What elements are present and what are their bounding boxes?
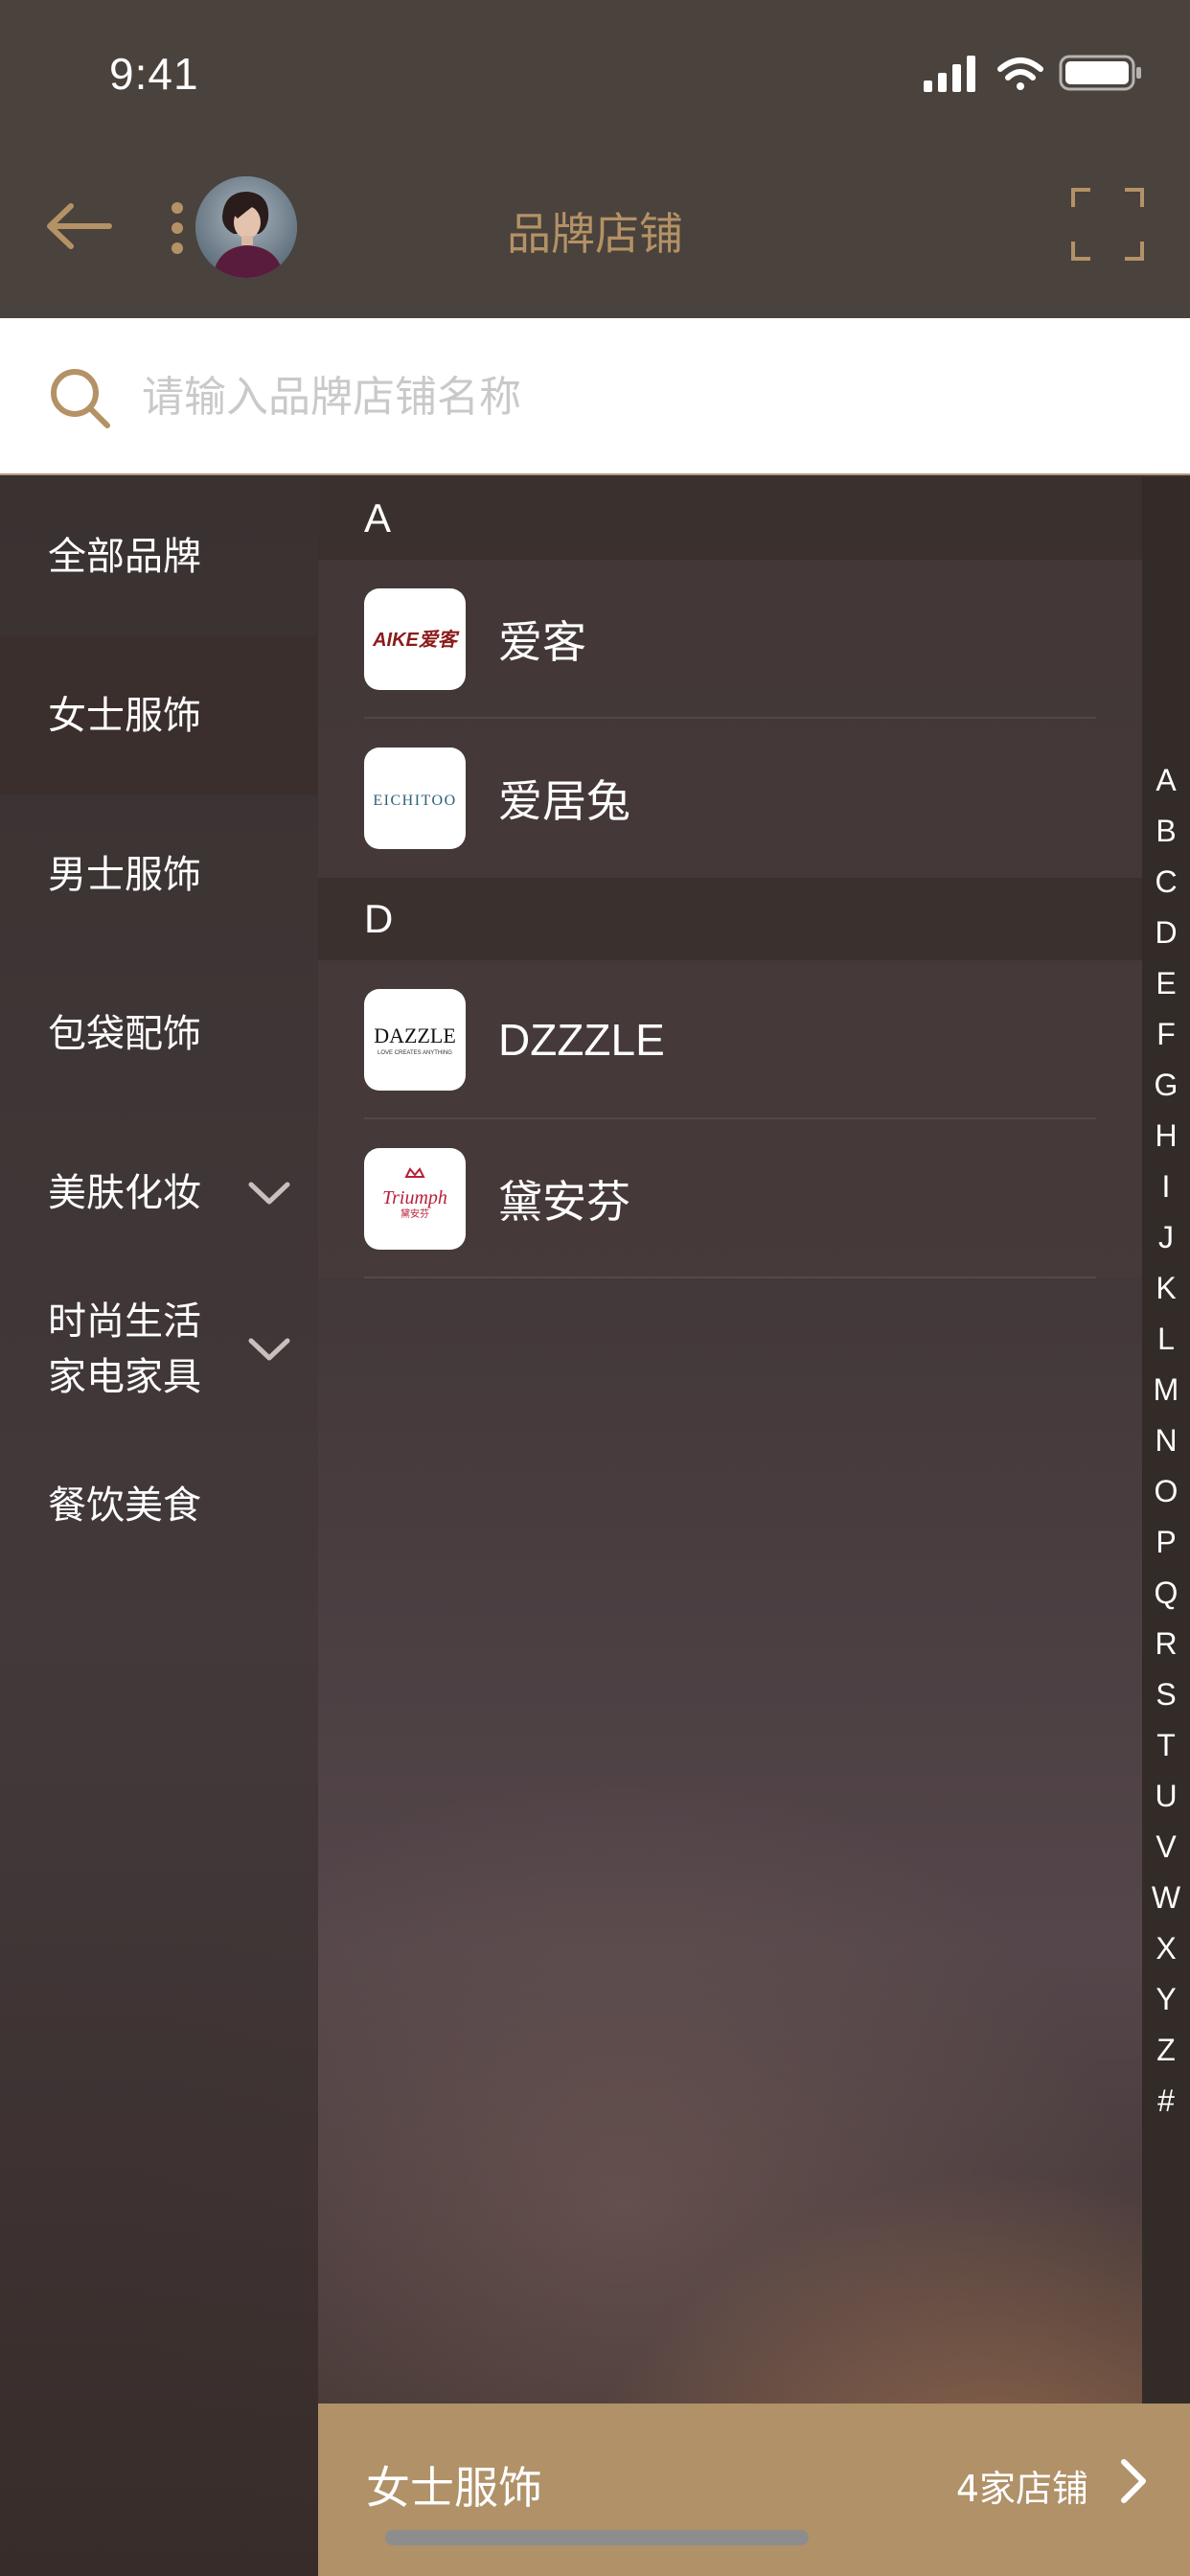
chevron-right-icon (1121, 2459, 1146, 2503)
index-letter[interactable]: V (1142, 1829, 1190, 1865)
brand-logo: EICHITOO (364, 748, 466, 849)
search-input[interactable] (142, 356, 1138, 437)
index-letter[interactable]: H (1142, 1118, 1190, 1154)
brand-logo: DAZZLE LOVE CREATES ANYTHING (364, 989, 466, 1091)
category-item-womens-apparel[interactable]: 女士服饰 (0, 636, 318, 795)
index-letter[interactable]: A (1142, 763, 1190, 798)
top-bar: 9:41 品牌店铺 (0, 0, 1190, 318)
category-item-all-brands[interactable]: 全部品牌 (0, 477, 318, 636)
category-item-food-dining[interactable]: 餐饮美食 (0, 1426, 318, 1585)
brand-logo-text: AIKE爱客 (372, 629, 460, 651)
brand-logo-text: Triumph (382, 1187, 447, 1208)
category-label: 时尚生活 家电家具 (48, 1300, 201, 1399)
scan-frame-icon[interactable] (1071, 188, 1144, 261)
index-letter[interactable]: Y (1142, 1982, 1190, 2017)
brand-logo-text: DAZZLE (374, 1024, 456, 1047)
brand-name: 爱居兔 (498, 775, 630, 827)
brand-row-aike[interactable]: AIKE爱客 爱客 (318, 560, 1142, 719)
page-title: 品牌店铺 (507, 208, 683, 260)
index-letter[interactable]: X (1142, 1931, 1190, 1966)
category-label: 女士服饰 (48, 694, 201, 738)
wifi-icon (997, 58, 1043, 90)
category-label: 餐饮美食 (48, 1484, 201, 1528)
category-item-bags-accessories[interactable]: 包袋配饰 (0, 954, 318, 1114)
index-letter[interactable]: C (1142, 864, 1190, 900)
index-letter[interactable]: D (1142, 915, 1190, 951)
index-letter[interactable]: Q (1142, 1576, 1190, 1611)
battery-icon (1059, 55, 1141, 91)
index-letter[interactable]: B (1142, 814, 1190, 849)
index-letter[interactable]: U (1142, 1779, 1190, 1814)
brand-logo: AIKE爱客 (364, 588, 466, 690)
category-label: 包袋配饰 (48, 1012, 201, 1056)
category-sidebar: 全部品牌 女士服饰 男士服饰 包袋配饰 美肤化妆 时尚生活 家电家具 餐饮美食 (0, 477, 318, 2576)
category-item-mens-apparel[interactable]: 男士服饰 (0, 795, 318, 954)
search-bar (0, 318, 1190, 475)
brand-row-dazzle[interactable]: DAZZLE LOVE CREATES ANYTHING DZZZLE (318, 960, 1142, 1119)
category-label: 男士服饰 (48, 853, 201, 897)
index-letter[interactable]: F (1142, 1017, 1190, 1052)
index-letter[interactable]: J (1142, 1220, 1190, 1255)
index-letter[interactable]: R (1142, 1626, 1190, 1662)
category-label: 全部品牌 (48, 535, 201, 579)
index-letter[interactable]: S (1142, 1677, 1190, 1713)
index-letter[interactable]: N (1142, 1423, 1190, 1459)
index-letter[interactable]: Z (1142, 2033, 1190, 2068)
search-icon (51, 369, 110, 428)
index-letter[interactable]: G (1142, 1068, 1190, 1103)
status-icons (924, 55, 1141, 92)
index-letter[interactable]: T (1142, 1728, 1190, 1763)
home-indicator[interactable] (385, 2530, 809, 2545)
index-letter[interactable]: K (1142, 1271, 1190, 1306)
row-divider (364, 1276, 1096, 1278)
brand-name: 黛安芬 (498, 1176, 630, 1228)
store-count: 4家店铺 (955, 2468, 1088, 2510)
section-header-a: A (318, 477, 1142, 560)
bottom-category-label: 女士服饰 (366, 2462, 542, 2514)
section-header-d: D (318, 878, 1142, 960)
brand-store-screen: 9:41 品牌店铺 请输入品牌店铺名称 全部品牌 女士服饰 男士服饰 包袋配饰 … (0, 0, 1190, 2576)
brand-list: A AIKE爱客 爱客 EICHITOO 爱居兔 D DAZZLE LOVE C… (318, 477, 1142, 2404)
bottom-category-bar[interactable]: 女士服饰 4家店铺 (318, 2404, 1190, 2576)
category-label: 美肤化妆 (48, 1171, 201, 1215)
crown-icon (404, 1167, 425, 1178)
index-letter[interactable]: L (1142, 1322, 1190, 1357)
index-letter[interactable]: M (1142, 1372, 1190, 1408)
index-letter[interactable]: E (1142, 966, 1190, 1001)
alphabet-index[interactable]: A B C D E F G H I J K L M N O P Q R S T U V W X Y Z # (1142, 477, 1190, 2404)
brand-name: DZZZLE (498, 1015, 665, 1065)
chevron-down-icon (248, 1338, 290, 1361)
category-item-beauty-makeup[interactable]: 美肤化妆 (0, 1114, 318, 1273)
signal-icon (924, 56, 975, 92)
brand-logo-subtext: LOVE CREATES ANYTHING (378, 1050, 452, 1056)
chevron-down-icon (248, 1182, 290, 1205)
index-letter[interactable]: W (1142, 1880, 1190, 1916)
index-letter[interactable]: O (1142, 1474, 1190, 1509)
brand-row-triumph[interactable]: Triumph 黛安芬 黛安芬 (318, 1119, 1142, 1278)
content-area: 全部品牌 女士服饰 男士服饰 包袋配饰 美肤化妆 时尚生活 家电家具 餐饮美食 … (0, 477, 1190, 2576)
brand-name: 爱客 (498, 616, 586, 668)
brand-logo-subtext: 黛安芬 (400, 1208, 429, 1220)
brand-logo-text: EICHITOO (373, 793, 456, 809)
index-letter[interactable]: I (1142, 1169, 1190, 1205)
index-letter[interactable]: P (1142, 1525, 1190, 1560)
index-letter[interactable]: # (1142, 2083, 1190, 2119)
brand-logo: Triumph 黛安芬 (364, 1148, 466, 1250)
status-time: 9:41 (109, 49, 199, 99)
category-item-lifestyle-home[interactable]: 时尚生活 家电家具 (0, 1273, 318, 1426)
brand-row-eichitoo[interactable]: EICHITOO 爱居兔 (318, 719, 1142, 878)
